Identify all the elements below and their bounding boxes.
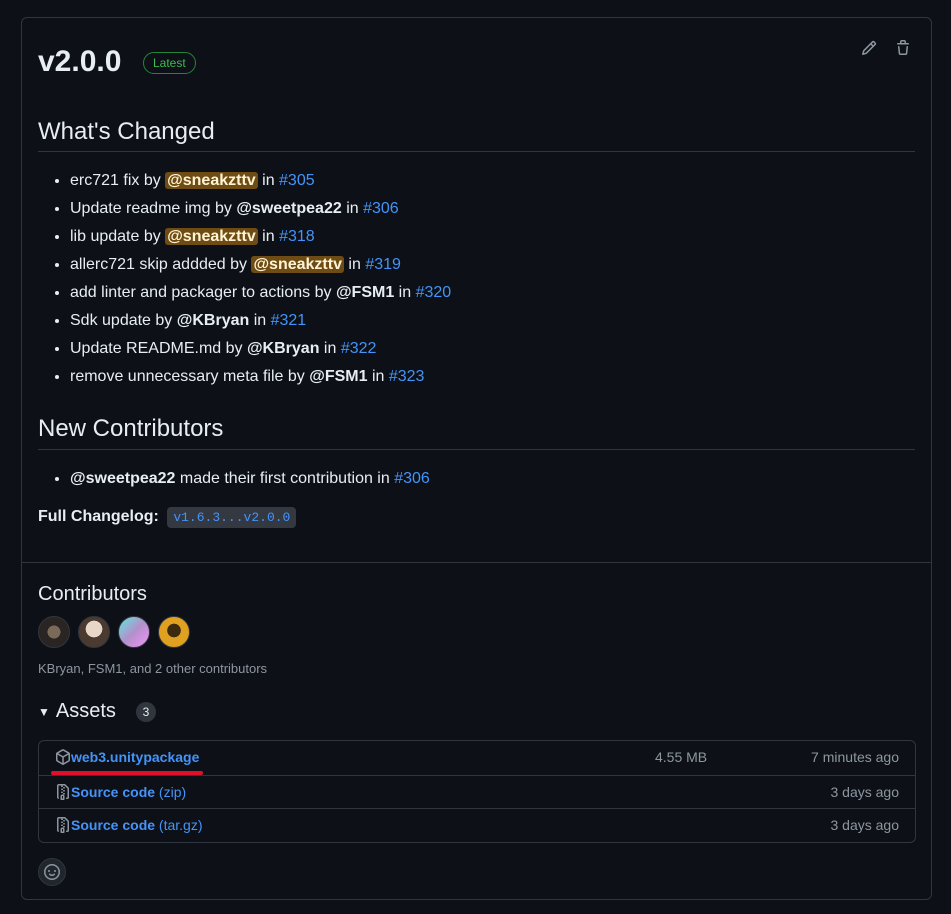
list-item: Sdk update by @KBryan in #321 xyxy=(70,307,451,335)
asset-row: Source code (zip) 3 days ago xyxy=(39,775,915,808)
avatar[interactable] xyxy=(158,616,190,648)
pr-link[interactable]: #305 xyxy=(279,172,315,189)
pr-link[interactable]: #306 xyxy=(363,200,399,217)
user-mention[interactable]: @sweetpea22 xyxy=(236,200,341,217)
pencil-icon xyxy=(861,40,877,56)
package-icon xyxy=(56,749,70,765)
release-card: v2.0.0 Latest What's Changed erc721 fix … xyxy=(21,17,932,900)
heading-rule xyxy=(38,449,915,450)
new-contributors-heading: New Contributors xyxy=(38,415,224,442)
assets-heading: Assets xyxy=(55,700,116,722)
asset-download-link[interactable]: Source code (tar.gz) xyxy=(71,817,203,833)
user-mention[interactable]: @KBryan xyxy=(177,312,250,329)
assets-count-badge: 3 xyxy=(135,701,156,722)
contributors-heading: Contributors xyxy=(38,583,147,605)
release-title[interactable]: v2.0.0 xyxy=(38,44,121,80)
pr-link[interactable]: #320 xyxy=(416,284,452,301)
contributor-avatars xyxy=(38,616,190,648)
asset-download-link[interactable]: web3.unitypackage xyxy=(71,749,199,765)
asset-download-link[interactable]: Source code (zip) xyxy=(71,784,186,800)
full-changelog: Full Changelog: v1.6.3...v2.0.0 xyxy=(38,507,297,528)
asset-size: 4.55 MB xyxy=(655,749,708,765)
user-mention[interactable]: @FSM1 xyxy=(309,368,367,385)
smiley-icon xyxy=(44,864,60,880)
section-divider xyxy=(22,562,931,563)
list-item: allerc721 skip addded by @sneakzttv in #… xyxy=(70,251,451,279)
triangle-down-icon: ▼ xyxy=(38,704,50,719)
new-contributors-list: @sweetpea22 made their first contributio… xyxy=(38,465,430,493)
user-mention[interactable]: @FSM1 xyxy=(336,284,394,301)
list-item: @sweetpea22 made their first contributio… xyxy=(70,465,430,493)
asset-timestamp: 7 minutes ago xyxy=(811,749,899,765)
list-item: Update README.md by @KBryan in #322 xyxy=(70,335,451,363)
pr-link[interactable]: #322 xyxy=(341,340,377,357)
user-mention[interactable]: @sneakzttv xyxy=(165,228,258,245)
asset-row: web3.unitypackage 4.55 MB 7 minutes ago xyxy=(39,741,915,774)
edit-release-button[interactable] xyxy=(861,40,879,58)
assets-list: web3.unitypackage 4.55 MB 7 minutes ago … xyxy=(38,740,916,843)
user-mention[interactable]: @sneakzttv xyxy=(251,256,344,273)
list-item: remove unnecessary meta file by @FSM1 in… xyxy=(70,363,451,391)
changelog-label: Full Changelog: xyxy=(38,508,159,525)
assets-toggle[interactable]: ▼ Assets 3 xyxy=(38,700,156,723)
list-item: Update readme img by @sweetpea22 in #306 xyxy=(70,195,451,223)
list-item: erc721 fix by @sneakzttv in #305 xyxy=(70,167,451,195)
user-mention[interactable]: @sneakzttv xyxy=(165,172,258,189)
pr-link[interactable]: #319 xyxy=(365,256,401,273)
pr-link[interactable]: #321 xyxy=(271,312,307,329)
list-item: lib update by @sneakzttv in #318 xyxy=(70,223,451,251)
latest-badge: Latest xyxy=(143,52,196,74)
avatar[interactable] xyxy=(78,616,110,648)
whats-changed-heading: What's Changed xyxy=(38,118,215,145)
asset-timestamp: 3 days ago xyxy=(830,817,900,833)
asset-row: Source code (tar.gz) 3 days ago xyxy=(39,808,915,841)
heading-rule xyxy=(38,151,915,152)
list-item: add linter and packager to actions by @F… xyxy=(70,279,451,307)
changes-list: erc721 fix by @sneakzttv in #305 Update … xyxy=(38,167,451,391)
file-zip-icon xyxy=(57,784,69,800)
delete-release-button[interactable] xyxy=(895,40,913,58)
red-underline-annotation xyxy=(51,771,203,775)
avatar[interactable] xyxy=(38,616,70,648)
asset-timestamp: 3 days ago xyxy=(830,784,900,800)
trash-icon xyxy=(897,40,909,55)
contributors-summary: KBryan, FSM1, and 2 other contributors xyxy=(38,661,268,676)
file-zip-icon xyxy=(57,817,69,833)
pr-link[interactable]: #323 xyxy=(389,368,425,385)
add-reaction-button[interactable] xyxy=(38,858,66,886)
changelog-compare-link[interactable]: v1.6.3...v2.0.0 xyxy=(167,507,297,528)
avatar[interactable] xyxy=(118,616,150,648)
user-mention[interactable]: @KBryan xyxy=(247,340,320,357)
user-mention[interactable]: @sweetpea22 xyxy=(70,470,175,487)
pr-link[interactable]: #318 xyxy=(279,228,315,245)
pr-link[interactable]: #306 xyxy=(394,470,430,487)
